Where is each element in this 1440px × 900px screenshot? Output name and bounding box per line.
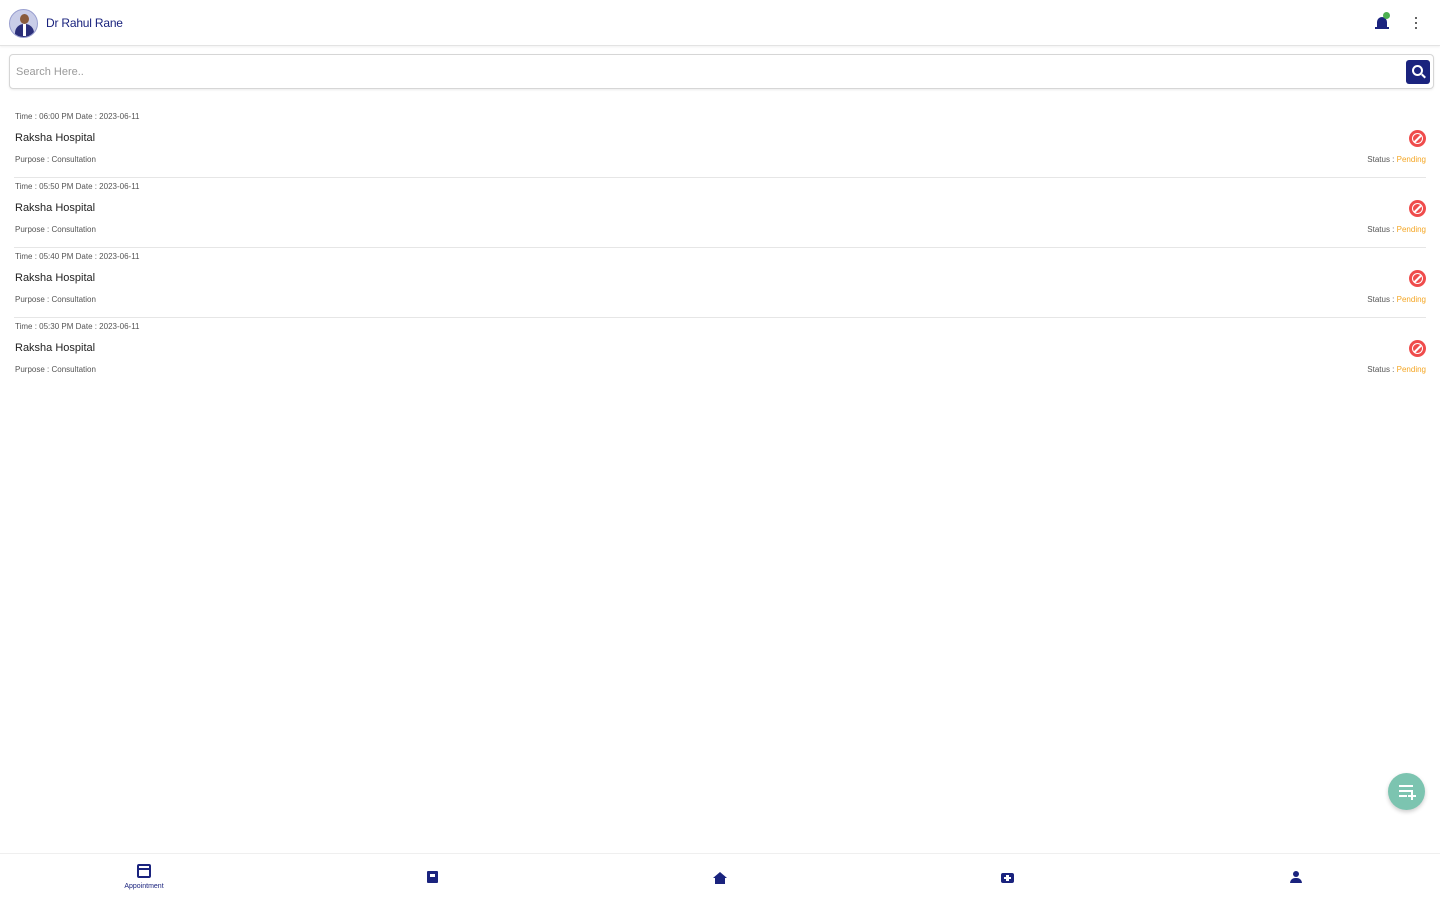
status-label: Status : [1367,225,1397,234]
nav-appointment[interactable]: Appointment [0,854,288,900]
appointment-time-date: Time : 05:30 PM Date : 2023-06-11 [15,322,140,331]
appointment-purpose: Purpose : Consultation [15,155,96,164]
appointment-purpose: Purpose : Consultation [15,365,96,374]
appointment-time-date: Time : 05:50 PM Date : 2023-06-11 [15,182,140,191]
add-list-icon-line [1399,795,1407,797]
status-label: Status : [1367,155,1397,164]
avatar-tie [23,24,26,36]
appointment-item[interactable]: Time : 05:40 PM Date : 2023-06-11 Raksha… [14,248,1426,318]
hospital-name: Raksha Hospital [15,202,96,214]
avatar-head [20,14,29,24]
status-value: Pending [1396,295,1426,304]
nav-home[interactable] [576,854,864,900]
appointment-status: Status : Pending [1367,155,1426,164]
appointment-item[interactable]: Time : 05:30 PM Date : 2023-06-11 Raksha… [14,318,1426,388]
nav-profile[interactable] [1152,854,1440,900]
appointment-status: Status : Pending [1367,295,1426,304]
book-icon [427,871,438,883]
medical-kit-icon [1001,873,1014,883]
appointment-purpose: Purpose : Consultation [15,225,96,234]
appointment-item[interactable]: Time : 05:50 PM Date : 2023-06-11 Raksha… [14,178,1426,248]
app-header: Dr Rahul Rane [0,0,1440,46]
home-icon [713,872,727,884]
appointment-time-date: Time : 05:40 PM Date : 2023-06-11 [15,252,140,261]
status-value: Pending [1396,155,1426,164]
status-value: Pending [1396,225,1426,234]
search-icon-handle [1421,73,1426,79]
appointment-item[interactable]: Time : 06:00 PM Date : 2023-06-11 Raksha… [14,108,1426,178]
bell-base [1375,27,1389,29]
appointment-list: Time : 06:00 PM Date : 2023-06-11 Raksha… [14,108,1426,388]
user-name: Dr Rahul Rane [46,16,123,30]
search-input[interactable] [16,62,1396,82]
appointment-purpose: Purpose : Consultation [15,295,96,304]
status-label: Status : [1367,365,1397,374]
cancel-button[interactable] [1409,200,1426,217]
hospital-name: Raksha Hospital [15,272,96,284]
user-icon [1289,871,1303,885]
appointment-time-date: Time : 06:00 PM Date : 2023-06-11 [15,112,140,121]
kebab-dot [1415,27,1417,29]
search-button[interactable] [1406,60,1430,84]
cancel-button[interactable] [1409,130,1426,147]
cancel-button[interactable] [1409,340,1426,357]
hospital-name: Raksha Hospital [15,342,96,354]
add-list-icon [1399,785,1413,787]
cancel-button[interactable] [1409,270,1426,287]
bottom-navigation: Appointment [0,853,1440,900]
add-list-icon-plus [1408,795,1416,797]
appointment-status: Status : Pending [1367,365,1426,374]
nav-appointment-label: Appointment [124,883,164,890]
nav-records[interactable] [288,854,576,900]
kebab-dot [1415,22,1417,24]
calendar-icon [137,864,151,878]
nav-medical[interactable] [864,854,1152,900]
add-appointment-fab[interactable] [1388,773,1425,810]
doctor-avatar[interactable] [9,9,38,38]
notification-dot [1383,12,1390,19]
search-bar [9,54,1434,89]
kebab-dot [1415,17,1417,19]
notification-button[interactable] [1375,12,1390,32]
hospital-name: Raksha Hospital [15,132,96,144]
appointment-status: Status : Pending [1367,225,1426,234]
more-vertical-icon[interactable] [1410,14,1422,32]
status-label: Status : [1367,295,1397,304]
status-value: Pending [1396,365,1426,374]
